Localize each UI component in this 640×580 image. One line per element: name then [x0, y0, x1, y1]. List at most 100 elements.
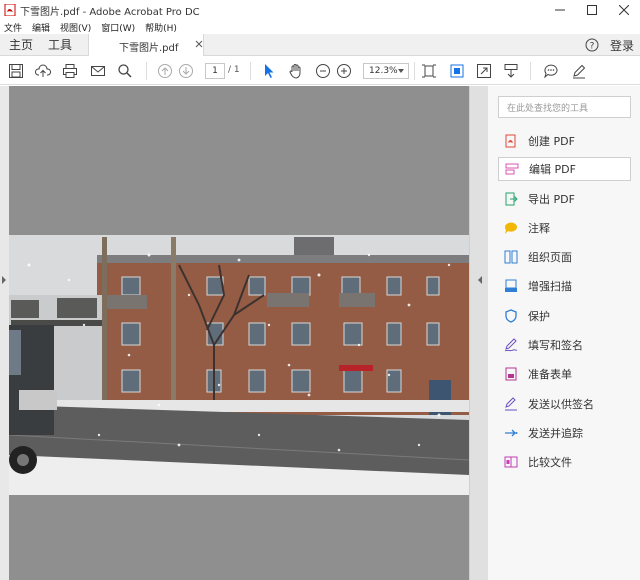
chevron-down-icon	[398, 69, 404, 73]
envelope-icon	[91, 66, 105, 76]
tab-tools[interactable]: 工具	[48, 34, 72, 56]
search-icon	[118, 64, 132, 78]
tool-enhance-scan[interactable]: 增强扫描	[498, 274, 631, 298]
tool-compare-files[interactable]: 比较文件	[498, 450, 631, 474]
close-window-button[interactable]	[608, 0, 640, 20]
hand-icon	[289, 64, 301, 79]
login-button[interactable]: 登录	[610, 37, 634, 54]
tool-protect[interactable]: 保护	[498, 304, 631, 328]
window-controls	[544, 0, 640, 20]
tool-edit-pdf[interactable]: 编辑 PDF	[498, 157, 631, 181]
tool-label: 比较文件	[528, 456, 572, 469]
edit-pdf-icon	[505, 162, 519, 176]
tab-home[interactable]: 主页	[9, 34, 33, 56]
signature-pen-icon	[504, 338, 518, 352]
toolbar-separator	[530, 62, 531, 80]
zoom-out-icon	[316, 64, 330, 78]
tool-export-pdf[interactable]: 导出 PDF	[498, 187, 631, 211]
download-page-icon	[504, 64, 518, 78]
previous-page-button[interactable]	[157, 63, 173, 79]
fit-width-button[interactable]	[421, 63, 437, 79]
comment-button[interactable]	[543, 63, 559, 79]
acrobat-logo-icon	[4, 4, 16, 16]
comment-icon	[504, 221, 518, 235]
save-button[interactable]	[8, 63, 24, 79]
maximize-icon	[587, 5, 597, 15]
tool-label: 注释	[528, 222, 550, 235]
menu-window[interactable]: 窗口(W)	[101, 21, 135, 34]
tool-comment[interactable]: 注释	[498, 216, 631, 240]
arrow-down-circle-icon	[179, 64, 193, 78]
left-nav-strip[interactable]	[0, 86, 9, 580]
tool-prepare-form[interactable]: 准备表单	[498, 362, 631, 386]
tools-pane: 在此处查找您的工具 创建 PDF 编辑 PDF 导出 PDF 注释 组织页面 增	[488, 86, 640, 580]
expand-left-pane-icon[interactable]	[2, 276, 6, 284]
menu-view[interactable]: 视图(V)	[60, 21, 91, 34]
menu-file[interactable]: 文件	[4, 21, 22, 34]
page-total: / 1	[228, 65, 240, 75]
tool-label: 准备表单	[528, 368, 572, 381]
tool-send-track[interactable]: 发送并追踪	[498, 421, 631, 445]
zoom-in-button[interactable]	[336, 63, 352, 79]
page-number-input[interactable]: 1	[205, 63, 225, 79]
tool-organize-pages[interactable]: 组织页面	[498, 245, 631, 269]
menu-bar: 文件 编辑 视图(V) 窗口(W) 帮助(H)	[0, 20, 640, 34]
select-tool-button[interactable]	[261, 63, 277, 79]
tool-fill-sign[interactable]: 填写和签名	[498, 333, 631, 357]
snowy-street-photo-icon	[9, 235, 469, 495]
window-title: 下雪图片.pdf - Adobe Acrobat Pro DC	[20, 6, 200, 18]
shield-icon	[504, 309, 518, 323]
tools-search-input[interactable]: 在此处查找您的工具	[498, 96, 631, 118]
collapse-tools-pane-icon[interactable]	[478, 276, 482, 284]
tool-label: 发送以供签名	[528, 398, 594, 411]
zoom-select[interactable]: 12.3%	[363, 63, 409, 79]
minimize-icon	[555, 9, 565, 11]
tab-document-label: 下雪图片.pdf	[119, 43, 179, 54]
menu-edit[interactable]: 编辑	[32, 21, 50, 34]
hand-tool-button[interactable]	[288, 63, 304, 79]
fit-page-icon	[422, 64, 436, 78]
close-icon	[619, 5, 629, 15]
menu-help[interactable]: 帮助(H)	[145, 21, 177, 34]
tab-row: 主页 工具 下雪图片.pdf ? 登录	[0, 34, 640, 56]
expand-icon	[477, 64, 491, 78]
tool-send-for-signature[interactable]: 发送以供签名	[498, 392, 631, 416]
tool-label: 组织页面	[528, 251, 572, 264]
print-button[interactable]	[62, 63, 78, 79]
cloud-upload-icon	[35, 64, 51, 77]
email-button[interactable]	[90, 63, 106, 79]
comment-bubble-icon	[544, 64, 558, 79]
create-pdf-icon	[504, 134, 518, 148]
pen-icon	[573, 64, 586, 79]
tool-label: 增强扫描	[528, 280, 572, 293]
search-button[interactable]	[117, 63, 133, 79]
right-pane-strip[interactable]	[469, 86, 488, 580]
send-signature-icon	[504, 397, 518, 411]
fit-page-button[interactable]	[449, 63, 465, 79]
tab-document[interactable]: 下雪图片.pdf	[88, 34, 204, 56]
compare-icon	[504, 455, 518, 469]
scanner-icon	[504, 279, 518, 293]
tool-label: 发送并追踪	[528, 427, 583, 440]
tool-label: 编辑 PDF	[529, 163, 576, 176]
scroll-mode-button[interactable]	[503, 63, 519, 79]
toolbar: 1 / 1 12.3%	[0, 57, 640, 85]
tool-create-pdf[interactable]: 创建 PDF	[498, 129, 631, 153]
printer-icon	[63, 64, 77, 78]
form-icon	[504, 367, 518, 381]
export-pdf-icon	[504, 192, 518, 206]
tool-label: 创建 PDF	[528, 135, 575, 148]
next-page-button[interactable]	[178, 63, 194, 79]
save-icon	[9, 64, 23, 78]
help-icon[interactable]: ?	[585, 38, 599, 52]
upload-button[interactable]	[35, 63, 51, 79]
tab-close-icon[interactable]	[194, 39, 204, 49]
toolbar-separator	[146, 62, 147, 80]
full-screen-button[interactable]	[476, 63, 492, 79]
minimize-button[interactable]	[544, 0, 576, 20]
highlight-button[interactable]	[571, 63, 587, 79]
zoom-out-button[interactable]	[315, 63, 331, 79]
tool-label: 保护	[528, 310, 550, 323]
toolbar-separator	[250, 62, 251, 80]
maximize-button[interactable]	[576, 0, 608, 20]
